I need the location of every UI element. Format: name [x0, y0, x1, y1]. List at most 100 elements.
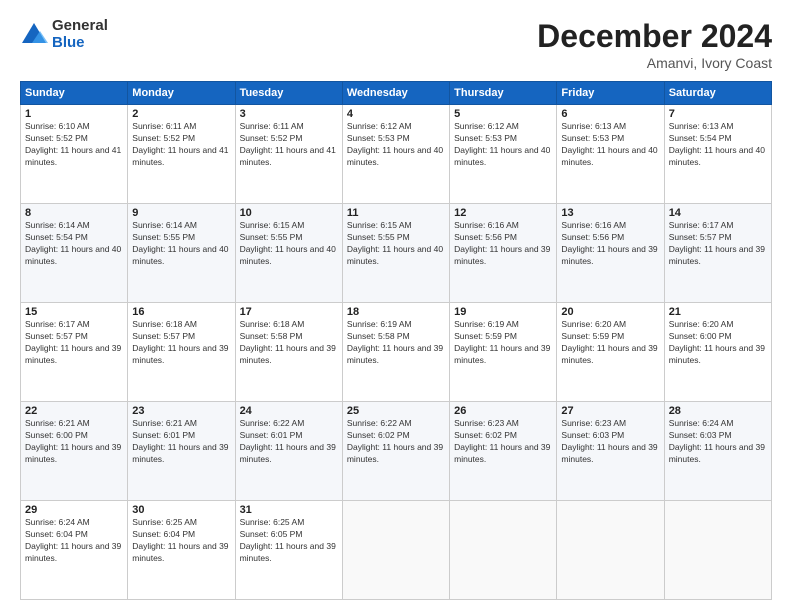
day-info: Sunrise: 6:13 AM Sunset: 5:54 PM Dayligh… — [669, 121, 767, 169]
day-number: 7 — [669, 108, 767, 120]
table-row: 19 Sunrise: 6:19 AM Sunset: 5:59 PM Dayl… — [450, 303, 557, 402]
day-number: 21 — [669, 306, 767, 318]
day-number: 2 — [132, 108, 230, 120]
logo: General Blue — [20, 18, 108, 51]
table-row: 12 Sunrise: 6:16 AM Sunset: 5:56 PM Dayl… — [450, 204, 557, 303]
day-info: Sunrise: 6:24 AM Sunset: 6:04 PM Dayligh… — [25, 517, 123, 565]
day-number: 14 — [669, 207, 767, 219]
col-saturday: Saturday — [664, 82, 771, 105]
day-info: Sunrise: 6:11 AM Sunset: 5:52 PM Dayligh… — [240, 121, 338, 169]
calendar-header-row: Sunday Monday Tuesday Wednesday Thursday… — [21, 82, 772, 105]
table-row — [450, 501, 557, 600]
day-number: 15 — [25, 306, 123, 318]
day-info: Sunrise: 6:15 AM Sunset: 5:55 PM Dayligh… — [347, 220, 445, 268]
table-row: 24 Sunrise: 6:22 AM Sunset: 6:01 PM Dayl… — [235, 402, 342, 501]
day-number: 24 — [240, 405, 338, 417]
table-row: 13 Sunrise: 6:16 AM Sunset: 5:56 PM Dayl… — [557, 204, 664, 303]
calendar-week-row: 1 Sunrise: 6:10 AM Sunset: 5:52 PM Dayli… — [21, 105, 772, 204]
table-row — [664, 501, 771, 600]
calendar-week-row: 8 Sunrise: 6:14 AM Sunset: 5:54 PM Dayli… — [21, 204, 772, 303]
day-info: Sunrise: 6:12 AM Sunset: 5:53 PM Dayligh… — [347, 121, 445, 169]
day-number: 10 — [240, 207, 338, 219]
day-number: 18 — [347, 306, 445, 318]
table-row: 27 Sunrise: 6:23 AM Sunset: 6:03 PM Dayl… — [557, 402, 664, 501]
table-row: 5 Sunrise: 6:12 AM Sunset: 5:53 PM Dayli… — [450, 105, 557, 204]
day-number: 23 — [132, 405, 230, 417]
day-number: 5 — [454, 108, 552, 120]
day-number: 6 — [561, 108, 659, 120]
col-sunday: Sunday — [21, 82, 128, 105]
table-row: 16 Sunrise: 6:18 AM Sunset: 5:57 PM Dayl… — [128, 303, 235, 402]
col-monday: Monday — [128, 82, 235, 105]
calendar-week-row: 29 Sunrise: 6:24 AM Sunset: 6:04 PM Dayl… — [21, 501, 772, 600]
day-info: Sunrise: 6:14 AM Sunset: 5:55 PM Dayligh… — [132, 220, 230, 268]
col-tuesday: Tuesday — [235, 82, 342, 105]
col-thursday: Thursday — [450, 82, 557, 105]
table-row: 22 Sunrise: 6:21 AM Sunset: 6:00 PM Dayl… — [21, 402, 128, 501]
logo-blue-text: Blue — [52, 35, 108, 52]
table-row: 20 Sunrise: 6:20 AM Sunset: 5:59 PM Dayl… — [557, 303, 664, 402]
day-number: 4 — [347, 108, 445, 120]
calendar-table: Sunday Monday Tuesday Wednesday Thursday… — [20, 81, 772, 600]
day-info: Sunrise: 6:16 AM Sunset: 5:56 PM Dayligh… — [454, 220, 552, 268]
day-number: 31 — [240, 504, 338, 516]
header: General Blue December 2024 Amanvi, Ivory… — [20, 18, 772, 71]
day-info: Sunrise: 6:14 AM Sunset: 5:54 PM Dayligh… — [25, 220, 123, 268]
table-row: 2 Sunrise: 6:11 AM Sunset: 5:52 PM Dayli… — [128, 105, 235, 204]
day-number: 22 — [25, 405, 123, 417]
day-info: Sunrise: 6:25 AM Sunset: 6:04 PM Dayligh… — [132, 517, 230, 565]
table-row: 6 Sunrise: 6:13 AM Sunset: 5:53 PM Dayli… — [557, 105, 664, 204]
table-row: 8 Sunrise: 6:14 AM Sunset: 5:54 PM Dayli… — [21, 204, 128, 303]
day-number: 11 — [347, 207, 445, 219]
table-row: 18 Sunrise: 6:19 AM Sunset: 5:58 PM Dayl… — [342, 303, 449, 402]
day-number: 9 — [132, 207, 230, 219]
day-info: Sunrise: 6:20 AM Sunset: 5:59 PM Dayligh… — [561, 319, 659, 367]
day-number: 16 — [132, 306, 230, 318]
table-row — [342, 501, 449, 600]
day-number: 27 — [561, 405, 659, 417]
day-info: Sunrise: 6:17 AM Sunset: 5:57 PM Dayligh… — [669, 220, 767, 268]
day-info: Sunrise: 6:21 AM Sunset: 6:01 PM Dayligh… — [132, 418, 230, 466]
logo-general-text: General — [52, 18, 108, 35]
table-row: 25 Sunrise: 6:22 AM Sunset: 6:02 PM Dayl… — [342, 402, 449, 501]
table-row: 26 Sunrise: 6:23 AM Sunset: 6:02 PM Dayl… — [450, 402, 557, 501]
day-info: Sunrise: 6:10 AM Sunset: 5:52 PM Dayligh… — [25, 121, 123, 169]
table-row: 9 Sunrise: 6:14 AM Sunset: 5:55 PM Dayli… — [128, 204, 235, 303]
table-row: 14 Sunrise: 6:17 AM Sunset: 5:57 PM Dayl… — [664, 204, 771, 303]
day-info: Sunrise: 6:12 AM Sunset: 5:53 PM Dayligh… — [454, 121, 552, 169]
day-number: 30 — [132, 504, 230, 516]
table-row: 11 Sunrise: 6:15 AM Sunset: 5:55 PM Dayl… — [342, 204, 449, 303]
table-row: 10 Sunrise: 6:15 AM Sunset: 5:55 PM Dayl… — [235, 204, 342, 303]
table-row: 17 Sunrise: 6:18 AM Sunset: 5:58 PM Dayl… — [235, 303, 342, 402]
table-row: 28 Sunrise: 6:24 AM Sunset: 6:03 PM Dayl… — [664, 402, 771, 501]
table-row: 31 Sunrise: 6:25 AM Sunset: 6:05 PM Dayl… — [235, 501, 342, 600]
day-info: Sunrise: 6:24 AM Sunset: 6:03 PM Dayligh… — [669, 418, 767, 466]
day-info: Sunrise: 6:23 AM Sunset: 6:02 PM Dayligh… — [454, 418, 552, 466]
day-number: 3 — [240, 108, 338, 120]
day-info: Sunrise: 6:20 AM Sunset: 6:00 PM Dayligh… — [669, 319, 767, 367]
table-row: 23 Sunrise: 6:21 AM Sunset: 6:01 PM Dayl… — [128, 402, 235, 501]
day-info: Sunrise: 6:18 AM Sunset: 5:58 PM Dayligh… — [240, 319, 338, 367]
location: Amanvi, Ivory Coast — [537, 55, 772, 71]
day-number: 20 — [561, 306, 659, 318]
page: General Blue December 2024 Amanvi, Ivory… — [0, 0, 792, 612]
day-number: 26 — [454, 405, 552, 417]
day-info: Sunrise: 6:11 AM Sunset: 5:52 PM Dayligh… — [132, 121, 230, 169]
day-number: 13 — [561, 207, 659, 219]
table-row: 30 Sunrise: 6:25 AM Sunset: 6:04 PM Dayl… — [128, 501, 235, 600]
day-info: Sunrise: 6:22 AM Sunset: 6:02 PM Dayligh… — [347, 418, 445, 466]
day-number: 19 — [454, 306, 552, 318]
month-title: December 2024 — [537, 18, 772, 55]
day-info: Sunrise: 6:16 AM Sunset: 5:56 PM Dayligh… — [561, 220, 659, 268]
day-info: Sunrise: 6:19 AM Sunset: 5:59 PM Dayligh… — [454, 319, 552, 367]
day-info: Sunrise: 6:17 AM Sunset: 5:57 PM Dayligh… — [25, 319, 123, 367]
day-number: 8 — [25, 207, 123, 219]
logo-icon — [20, 21, 48, 49]
day-number: 1 — [25, 108, 123, 120]
day-number: 29 — [25, 504, 123, 516]
day-number: 12 — [454, 207, 552, 219]
table-row: 21 Sunrise: 6:20 AM Sunset: 6:00 PM Dayl… — [664, 303, 771, 402]
day-number: 25 — [347, 405, 445, 417]
title-block: December 2024 Amanvi, Ivory Coast — [537, 18, 772, 71]
table-row: 7 Sunrise: 6:13 AM Sunset: 5:54 PM Dayli… — [664, 105, 771, 204]
